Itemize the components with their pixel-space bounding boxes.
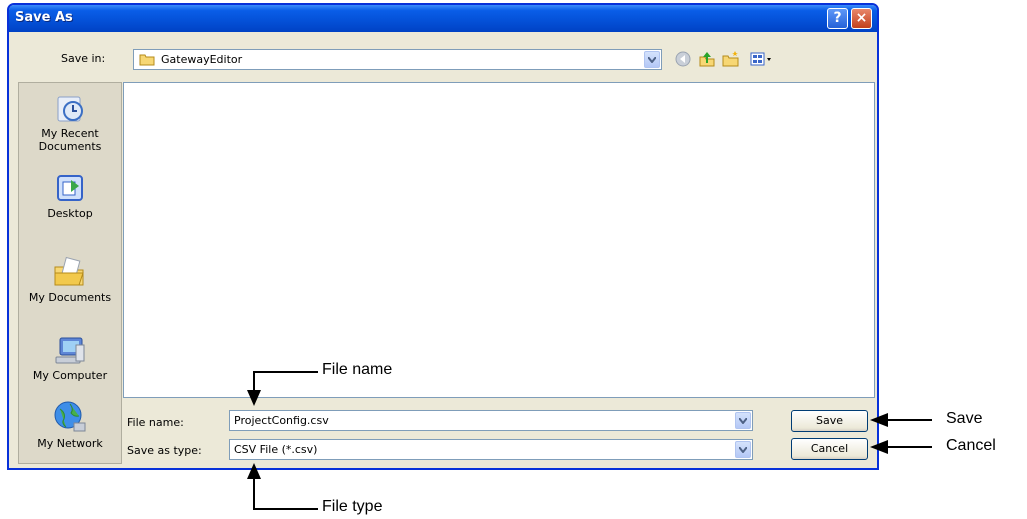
callout-file-type: File type [322,498,383,515]
callout-cancel: Cancel [946,437,996,454]
callout-save: Save [946,410,983,427]
callout-arrows [247,371,932,510]
callout-file-name: File name [322,361,393,378]
